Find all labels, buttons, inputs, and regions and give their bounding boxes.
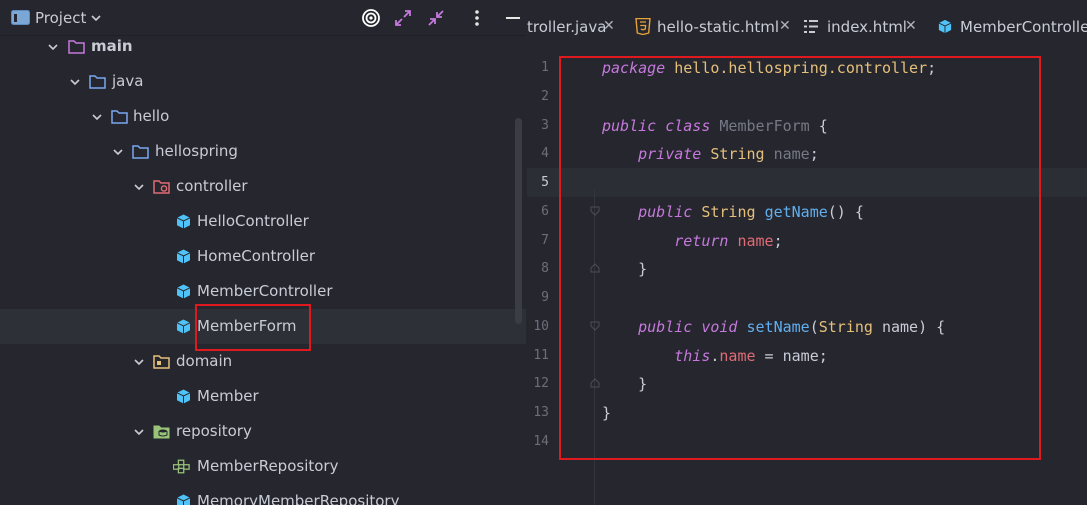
line-number[interactable]: 5 [527,175,549,190]
tab-hello-static-html[interactable]: hello-static.html ✕ [627,0,797,54]
locate-target-icon[interactable] [361,8,381,28]
tree-item-repository[interactable]: repository [0,414,526,449]
domain-package-icon [153,355,170,369]
tree-item-label: MemberRepository [197,457,339,475]
line-number[interactable]: 8 [527,261,549,276]
editor-tab-bar: troller.java ✕ hello-static.html ✕ index… [527,0,1087,54]
tab-label: troller.java [527,18,607,36]
tab-membercontroller-java[interactable]: MemberController.j [931,0,1087,54]
tree-item-label: Member [197,387,259,405]
tab-label: hello-static.html [657,18,780,36]
tab-controller-java[interactable]: troller.java ✕ [527,0,627,54]
chevron-down-icon[interactable] [69,76,81,88]
close-icon[interactable]: ✕ [603,18,615,34]
collapse-all-icon[interactable] [426,8,446,28]
options-menu-icon[interactable] [467,8,487,28]
tree-item-main[interactable]: main [0,29,526,64]
tree-item-memberrepository[interactable]: MemberRepository [0,449,526,484]
tab-index-html[interactable]: index.html ✕ [797,0,931,54]
tree-item-label: repository [176,422,252,440]
chevron-down-icon[interactable] [89,11,103,25]
line-number[interactable]: 13 [527,405,549,420]
html5-icon [635,18,651,35]
class-icon [176,249,191,264]
tree-item-label: java [112,72,144,90]
tree-item-label: hello [133,107,170,125]
tree-item-label: HomeController [197,247,316,265]
project-view-title[interactable]: Project [35,9,86,27]
tree-item-label: HelloController [197,212,309,230]
line-number[interactable]: 2 [527,89,549,104]
chevron-down-icon[interactable] [47,41,59,53]
chevron-down-icon[interactable] [133,426,145,438]
class-icon [176,319,191,334]
class-icon [176,494,191,505]
chevron-down-icon[interactable] [91,111,103,123]
line-number[interactable]: 3 [527,118,549,133]
folder-icon [132,145,149,159]
line-number[interactable]: 6 [527,204,549,219]
class-icon [938,19,952,34]
tree-item-label: controller [176,177,248,195]
folder-icon [89,75,106,89]
class-icon [176,214,191,229]
line-number[interactable]: 1 [527,60,549,75]
project-scrollbar[interactable] [515,118,522,324]
line-number[interactable]: 7 [527,233,549,248]
chevron-down-icon[interactable] [133,181,145,193]
tab-label: MemberController.j [960,18,1087,36]
class-icon [176,284,191,299]
folder-icon [68,40,85,54]
project-tool-window: Project main java hello hellospring cont… [0,0,526,505]
controller-package-icon [153,180,170,194]
tree-item-member[interactable]: Member [0,379,526,414]
tree-item-memorymemberrepository[interactable]: MemoryMemberRepository [0,484,526,505]
line-number[interactable]: 9 [527,290,549,305]
line-number[interactable]: 14 [527,434,549,449]
line-number[interactable]: 4 [527,146,549,161]
tree-item-hellospring[interactable]: hellospring [0,134,526,169]
code-highlight-box [559,56,1041,460]
chevron-down-icon[interactable] [112,146,124,158]
memberform-highlight-box [195,304,311,351]
tree-item-hello[interactable]: hello [0,99,526,134]
tab-label: index.html [827,18,907,36]
close-icon[interactable]: ✕ [905,18,917,34]
tree-item-hellocontroller[interactable]: HelloController [0,204,526,239]
repository-package-icon [153,425,170,439]
tree-item-label: main [91,37,133,55]
tree-item-homecontroller[interactable]: HomeController [0,239,526,274]
tree-item-label: MemberController [197,282,333,300]
tree-item-label: MemoryMemberRepository [197,492,400,505]
tree-item-label: domain [176,352,233,370]
expand-all-icon[interactable] [393,8,413,28]
line-number[interactable]: 10 [527,319,549,334]
tree-item-controller[interactable]: controller [0,169,526,204]
tree-item-label: hellospring [155,142,238,160]
interface-icon [173,459,190,474]
folder-icon [111,110,128,124]
class-icon [176,389,191,404]
hide-panel-icon[interactable] [503,8,523,28]
tree-item-java[interactable]: java [0,64,526,99]
line-number[interactable]: 12 [527,376,549,391]
chevron-down-icon[interactable] [133,356,145,368]
project-view-icon[interactable] [11,10,30,25]
html-structure-icon [804,20,818,33]
close-icon[interactable]: ✕ [779,18,791,34]
line-number[interactable]: 11 [527,348,549,363]
